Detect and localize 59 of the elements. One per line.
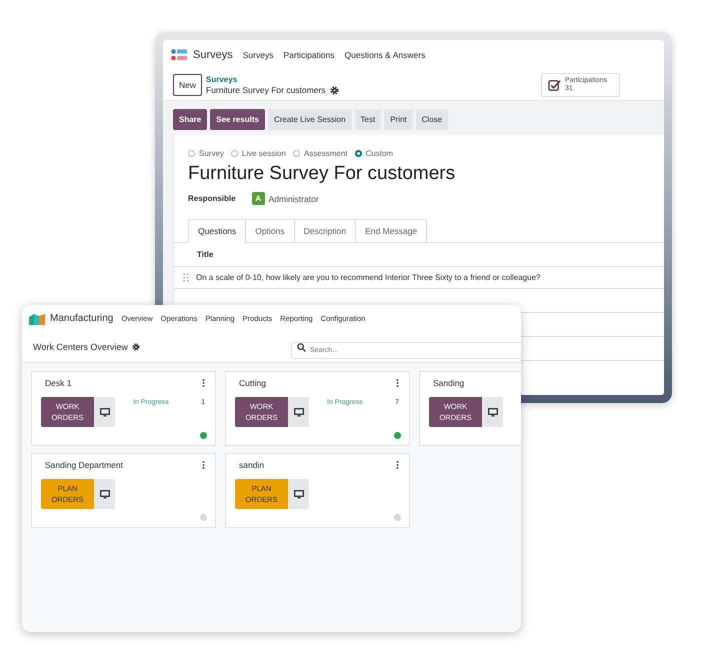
card-title: Desk 1 — [45, 378, 72, 388]
gear-icon[interactable] — [330, 86, 339, 94]
checkbox-icon — [548, 78, 561, 92]
card-title: Sanding Department — [45, 460, 123, 470]
search-icon — [297, 342, 306, 352]
monitor-icon — [294, 490, 304, 498]
menu-item[interactable]: Surveys — [242, 50, 274, 60]
monitor-button[interactable] — [482, 397, 503, 427]
app-name: Manufacturing — [50, 313, 114, 324]
radio-option[interactable]: Survey — [188, 149, 224, 158]
survey-title: Furniture Survey For customers — [187, 162, 456, 185]
field-label: Responsible — [188, 194, 236, 203]
radio-option[interactable]: Assessment — [292, 149, 348, 158]
monitor-icon — [100, 490, 110, 498]
action-button[interactable]: Create Live Session — [268, 109, 352, 130]
action-button[interactable]: Close — [416, 109, 448, 130]
tab[interactable]: Description — [294, 219, 356, 242]
action-button[interactable]: Print — [384, 109, 413, 130]
card-title: Sanding — [433, 378, 464, 388]
status-dot[interactable] — [394, 514, 401, 521]
gear-icon[interactable] — [132, 343, 140, 351]
tab[interactable]: Options — [246, 219, 295, 242]
monitor-button[interactable] — [94, 397, 115, 427]
action-button[interactable]: Test — [354, 109, 382, 130]
action-button[interactable]: Share — [173, 109, 208, 130]
monitor-button[interactable] — [288, 397, 309, 427]
card-title: sandin — [239, 460, 264, 470]
monitor-icon — [294, 408, 304, 416]
menu-item[interactable]: Questions & Answers — [344, 50, 426, 60]
status-dot[interactable] — [394, 432, 401, 439]
menu-item[interactable]: Participations — [283, 50, 334, 60]
radio-option[interactable]: Live session — [230, 149, 286, 158]
kebab-menu-icon[interactable] — [202, 379, 205, 387]
new-button[interactable]: New — [173, 74, 202, 96]
monitor-button[interactable] — [288, 479, 309, 509]
user-name[interactable]: Administrator — [268, 194, 319, 204]
kebab-menu-icon[interactable] — [396, 379, 399, 387]
tab[interactable]: End Message — [356, 219, 428, 242]
tab[interactable]: Questions — [188, 219, 246, 242]
monitor-button[interactable] — [94, 479, 115, 509]
record-name: Furniture Survey For customers — [206, 85, 326, 95]
factory-logo-icon — [29, 312, 45, 324]
drag-handle-icon[interactable] — [183, 273, 189, 282]
card-title: Cutting — [239, 378, 266, 388]
kebab-menu-icon[interactable] — [396, 461, 399, 469]
status-dot[interactable] — [200, 432, 207, 439]
monitor-icon — [100, 408, 110, 416]
table-cell: On a scale of 0-10, how likely are you to recommend Interior Three Sixty to a friend or colleague? — [196, 273, 540, 282]
page-title: Work Centers Overview — [33, 342, 128, 352]
app-name: Surveys — [193, 49, 233, 61]
kebab-menu-icon[interactable] — [202, 461, 205, 469]
status-dot[interactable] — [200, 514, 207, 521]
breadcrumb-link[interactable]: Surveys — [206, 75, 339, 85]
monitor-icon — [488, 408, 498, 416]
avatar: A — [252, 192, 265, 205]
action-button[interactable]: See results — [210, 109, 265, 130]
grid-logo-icon — [171, 49, 187, 61]
column-header[interactable]: Title — [197, 250, 214, 259]
radio-option[interactable]: Custom — [354, 149, 394, 158]
